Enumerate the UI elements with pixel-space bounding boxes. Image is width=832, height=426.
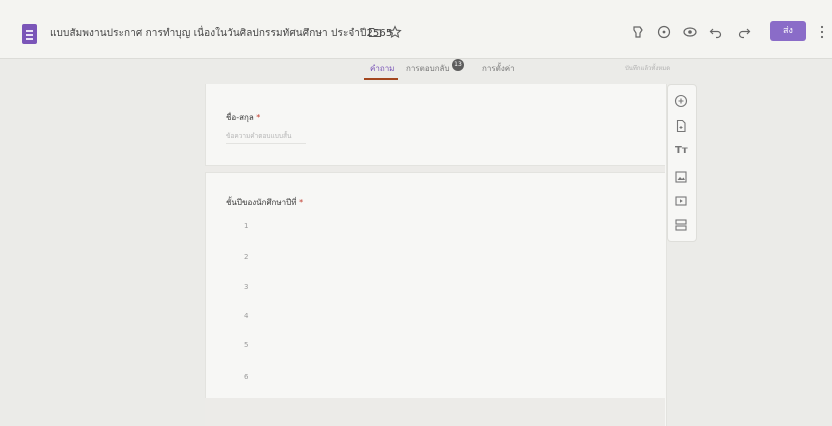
question-title-name[interactable]: ชื่อ-สกุล * (226, 111, 260, 124)
palette-icon[interactable] (656, 24, 672, 40)
redo-icon[interactable] (736, 24, 752, 40)
required-marker: * (256, 113, 261, 122)
send-button[interactable]: ส่ง (770, 21, 806, 41)
add-section-icon[interactable] (674, 218, 688, 232)
question-separator (205, 165, 665, 173)
option-4[interactable]: 4 (244, 312, 248, 320)
responses-count-badge: 13 (452, 59, 464, 71)
form-bottom-area (205, 398, 665, 426)
option-3[interactable]: 3 (244, 283, 248, 291)
required-marker: * (299, 198, 304, 207)
question-title-text: ชื่อ-สกุล (226, 113, 254, 122)
folder-icon[interactable] (368, 25, 382, 39)
tab-settings[interactable]: การตั้งค่า (482, 62, 515, 75)
add-video-icon[interactable] (674, 194, 688, 208)
answer-underline (226, 143, 306, 144)
active-tab-indicator (364, 78, 398, 80)
add-title-icon[interactable]: Tт (675, 145, 688, 156)
option-1[interactable]: 1 (244, 222, 248, 230)
option-5[interactable]: 5 (244, 341, 248, 349)
preview-eye-icon[interactable] (682, 24, 698, 40)
customize-theme-icon[interactable] (630, 24, 646, 40)
add-question-icon[interactable] (674, 94, 688, 108)
more-vert-icon[interactable] (818, 24, 826, 40)
import-questions-icon[interactable] (674, 119, 688, 133)
google-forms-logo[interactable] (22, 24, 37, 44)
tab-questions[interactable]: คำถาม (370, 62, 394, 75)
undo-icon[interactable] (708, 24, 724, 40)
question-title-year[interactable]: ชั้นปีของนักศึกษาปีที่ * (226, 196, 303, 209)
option-2[interactable]: 2 (244, 253, 248, 261)
star-icon[interactable] (388, 25, 402, 39)
question-title-text: ชั้นปีของนักศึกษาปีที่ (226, 198, 297, 207)
app-header: แบบสัมพงานประกาศ การทำบุญ เนื่องในวันศิล… (0, 0, 832, 80)
tab-responses[interactable]: การตอบกลับ (406, 62, 450, 75)
saved-status: บันทึกแล้วทั้งหมด (625, 65, 671, 72)
option-6[interactable]: 6 (244, 373, 248, 381)
add-image-icon[interactable] (674, 170, 688, 184)
short-answer-placeholder: ข้อความคำตอบแบบสั้น (226, 132, 292, 140)
form-title[interactable]: แบบสัมพงานประกาศ การทำบุญ เนื่องในวันศิล… (50, 26, 392, 41)
